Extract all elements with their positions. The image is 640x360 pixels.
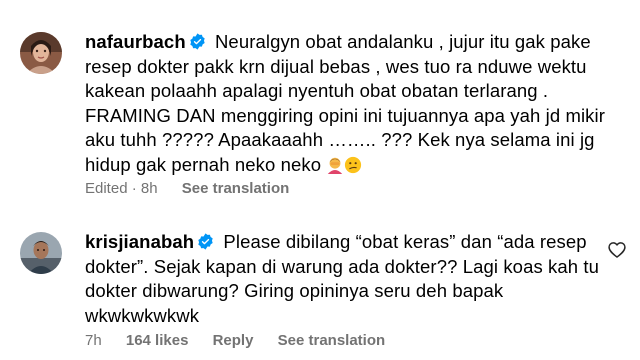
comment-meta: Edited · 8h See translation bbox=[85, 180, 309, 197]
person-facepalming-emoji bbox=[328, 157, 343, 174]
avatar[interactable] bbox=[20, 32, 62, 74]
meta-separator: · bbox=[131, 180, 137, 197]
heart-outline-icon[interactable] bbox=[607, 240, 627, 260]
comment-time[interactable]: 7h bbox=[85, 332, 102, 349]
avatar[interactable] bbox=[20, 232, 62, 274]
comment-username[interactable]: nafaurbach bbox=[85, 31, 186, 52]
verified-badge-icon bbox=[198, 233, 213, 250]
comment-meta: 7h 164 likes Reply See translation bbox=[85, 332, 405, 349]
edited-label: Edited bbox=[85, 180, 128, 197]
comment-username[interactable]: krisjianabah bbox=[85, 231, 194, 252]
comment-body: nafaurbach Neuralgyn obat andalanku , ju… bbox=[85, 30, 605, 177]
verified-badge-icon bbox=[190, 33, 205, 50]
confused-face-emoji bbox=[345, 156, 362, 173]
see-translation-button[interactable]: See translation bbox=[182, 180, 290, 197]
comment-text: Neuralgyn obat andalanku , jujur itu gak… bbox=[85, 31, 606, 175]
see-translation-button[interactable]: See translation bbox=[278, 332, 386, 349]
comment-body: krisjianabah Please dibilang “obat keras… bbox=[85, 230, 605, 328]
comment-time[interactable]: 8h bbox=[141, 180, 158, 197]
likes-count[interactable]: 164 likes bbox=[126, 332, 189, 349]
reply-button[interactable]: Reply bbox=[213, 332, 254, 349]
